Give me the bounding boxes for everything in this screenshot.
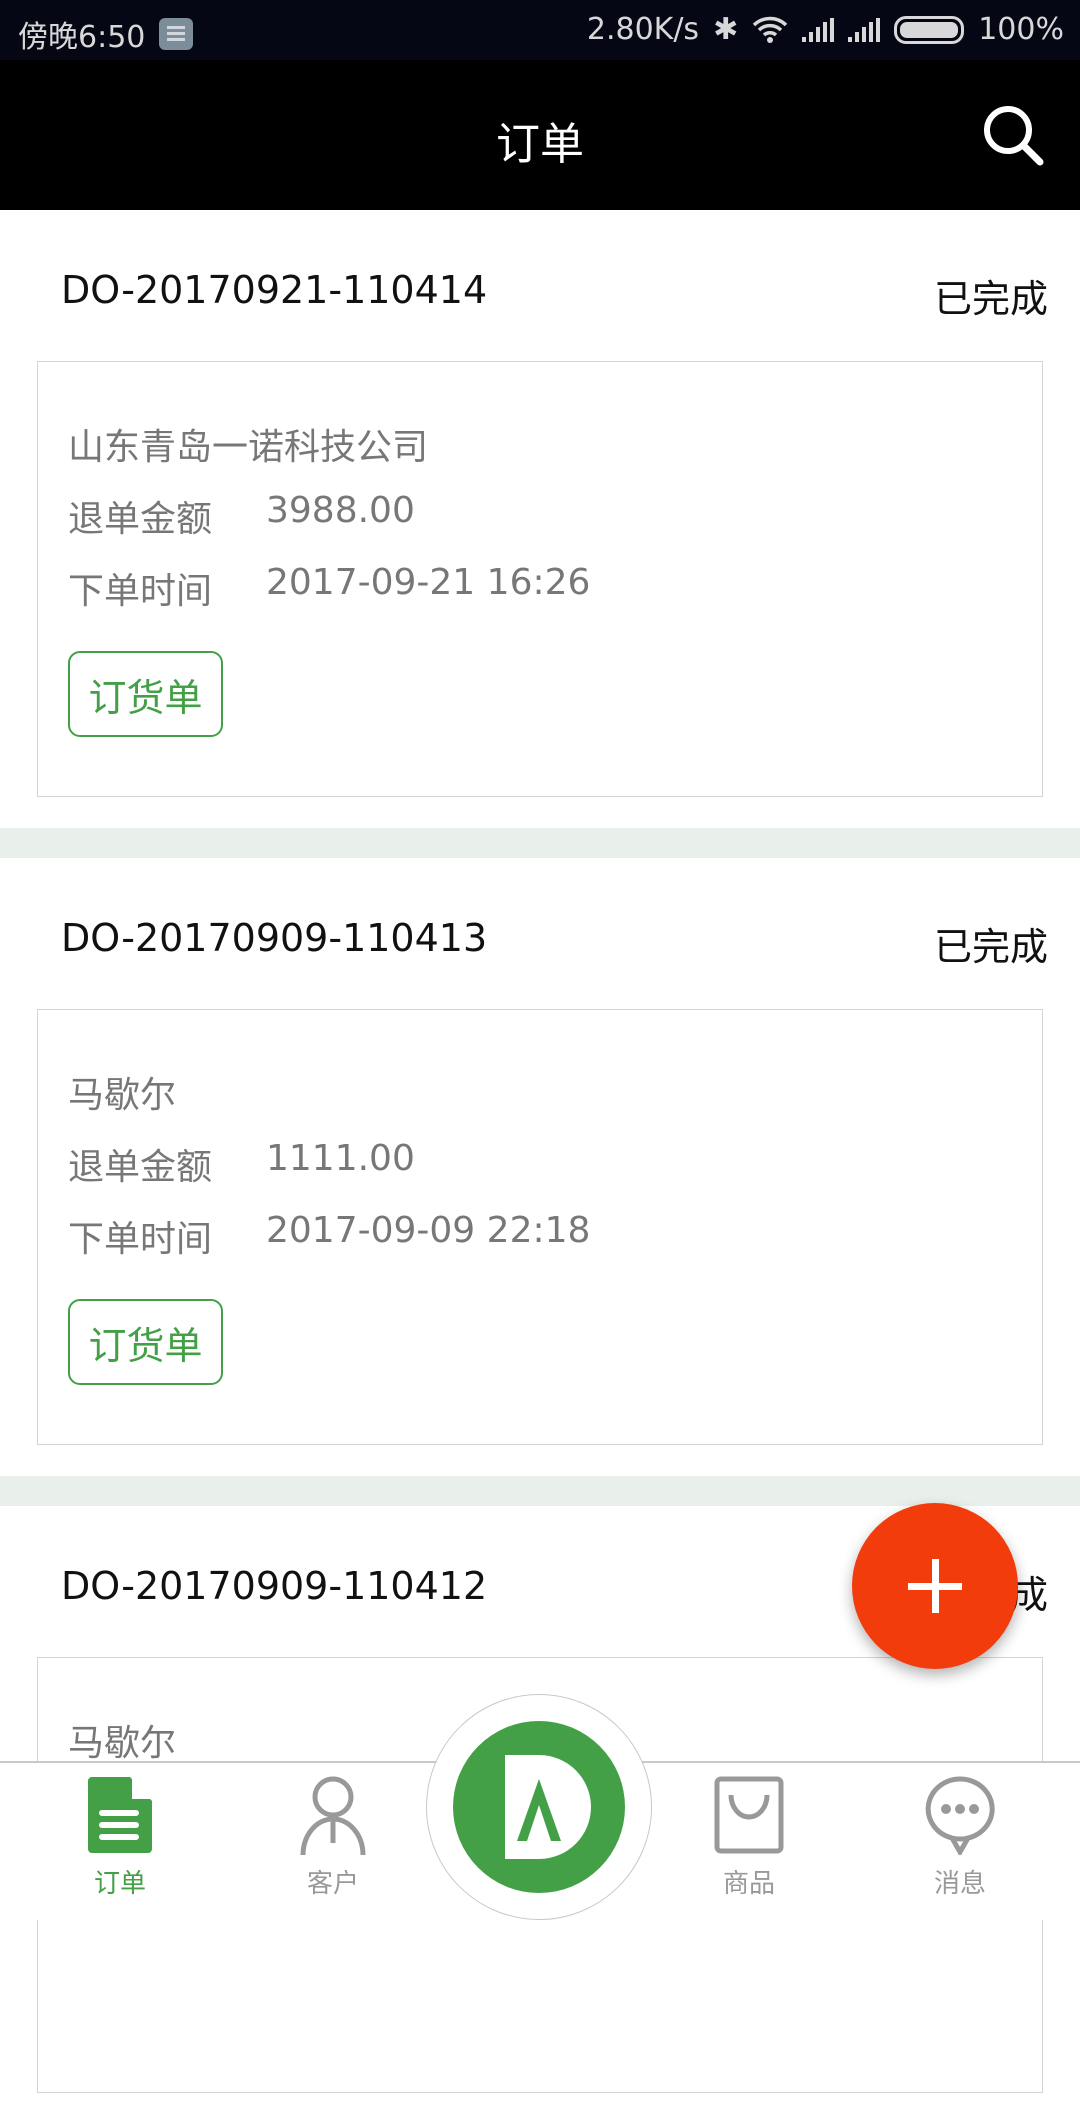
time-value: 2017-09-09 22:18 bbox=[266, 1210, 591, 1251]
order-detail-box: 山东青岛一诺科技公司 退单金额 3988.00 下单时间 2017-09-21 16… bbox=[37, 361, 1043, 797]
order-card[interactable]: DO-20170909-110413 已完成 马歇尔 退单金额 1111.00 下… bbox=[0, 858, 1080, 1476]
nav-label: 订单 bbox=[93, 1869, 146, 1899]
nav-label: 商品 bbox=[722, 1869, 775, 1899]
amount-value: 3988.00 bbox=[266, 490, 415, 531]
order-number: DO-20170909-110412 bbox=[61, 1564, 488, 1608]
order-status: 已完成 bbox=[933, 277, 1048, 321]
time-label: 下单时间 bbox=[68, 1219, 213, 1260]
nav-item-customers[interactable]: 客户 bbox=[263, 1775, 403, 1900]
order-detail-box: 马歇尔 退单金额 1111.00 下单时间 2017-09-09 22:18 订货单 bbox=[37, 1009, 1043, 1445]
user-icon bbox=[300, 1776, 366, 1856]
nav-label: 客户 bbox=[306, 1869, 359, 1899]
battery-icon bbox=[894, 15, 965, 44]
amount-label: 退单金额 bbox=[68, 1147, 213, 1188]
battery-percent: 100% bbox=[978, 12, 1064, 47]
shopping-bag-icon bbox=[714, 1776, 784, 1854]
customer-name: 山东青岛一诺科技公司 bbox=[68, 427, 429, 468]
order-status: 已完成 bbox=[933, 925, 1048, 969]
nav-item-products[interactable]: 商品 bbox=[679, 1775, 819, 1900]
nav-item-orders[interactable]: 订单 bbox=[50, 1775, 190, 1900]
customer-name: 马歇尔 bbox=[68, 1075, 177, 1116]
amount-value: 1111.00 bbox=[266, 1138, 415, 1179]
add-order-button[interactable] bbox=[852, 1503, 1018, 1669]
order-card[interactable]: DO-20170921-110414 已完成 山东青岛一诺科技公司 退单金额 39… bbox=[0, 210, 1080, 828]
order-number: DO-20170921-110414 bbox=[61, 268, 488, 312]
network-speed: 2.80K/s bbox=[586, 12, 700, 47]
app-logo-icon bbox=[453, 1721, 625, 1893]
order-number: DO-20170909-110413 bbox=[61, 916, 488, 960]
order-type-tag: 订货单 bbox=[68, 651, 223, 737]
bluetooth-icon: ✱ bbox=[713, 12, 739, 47]
search-icon[interactable] bbox=[980, 102, 1046, 168]
document-icon bbox=[88, 1777, 152, 1853]
page-title: 订单 bbox=[496, 119, 584, 170]
nav-label: 消息 bbox=[933, 1869, 986, 1899]
app-header: 订单 bbox=[0, 60, 1080, 210]
wifi-icon bbox=[753, 16, 788, 43]
nav-item-messages[interactable]: 消息 bbox=[890, 1775, 1030, 1900]
signal-icon bbox=[802, 17, 835, 42]
chat-bubble-icon bbox=[925, 1776, 995, 1858]
order-type-tag: 订货单 bbox=[68, 1299, 223, 1385]
time-value: 2017-09-21 16:26 bbox=[266, 562, 591, 603]
time-label: 下单时间 bbox=[68, 571, 213, 612]
customer-name: 马歇尔 bbox=[68, 1723, 177, 1764]
notification-icon bbox=[159, 18, 194, 50]
center-logo-button[interactable] bbox=[426, 1694, 652, 1920]
amount-label: 退单金额 bbox=[68, 499, 213, 540]
status-time: 傍晚6:50 bbox=[18, 20, 146, 55]
signal-icon-2 bbox=[848, 17, 881, 42]
status-bar: 傍晚6:50 2.80K/s ✱ 100% bbox=[0, 0, 1080, 60]
